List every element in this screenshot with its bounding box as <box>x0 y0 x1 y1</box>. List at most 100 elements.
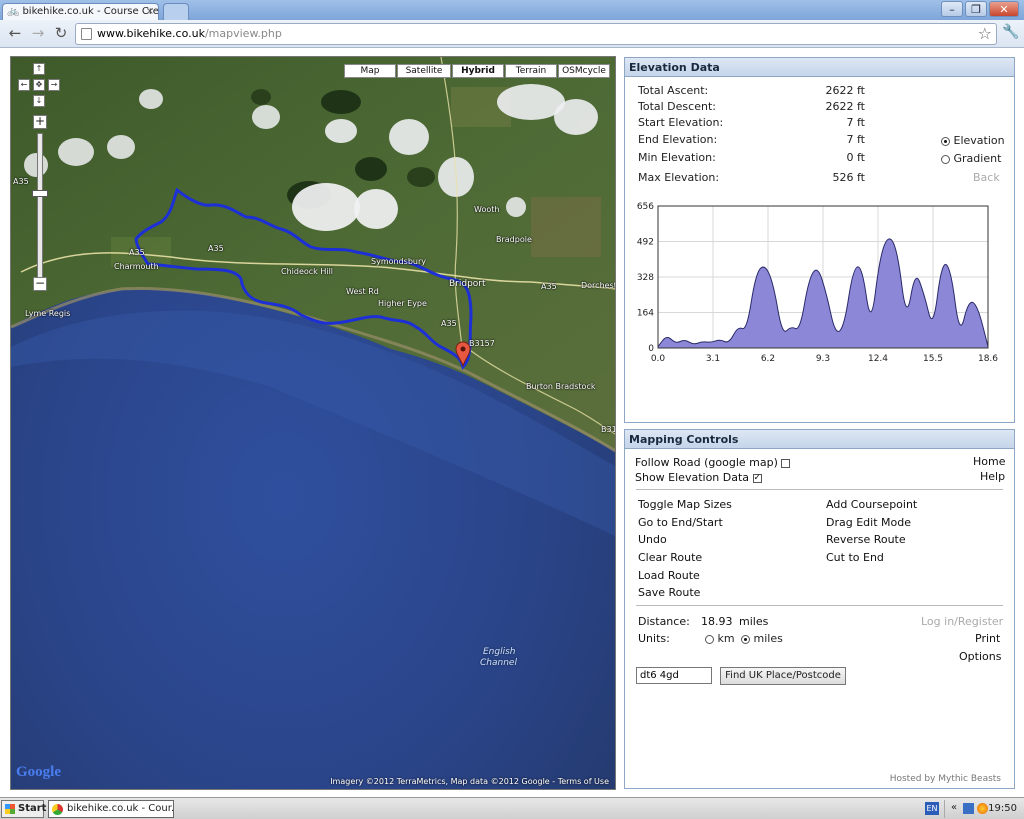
cut-to-end-link[interactable]: Cut to End <box>826 551 884 564</box>
title-bar: 🚲 bikehike.co.uk - Course Creat × – ❐ ✕ <box>0 0 1024 20</box>
unit-km-option[interactable]: km <box>705 632 735 645</box>
map-label-a35: A35 <box>129 248 145 257</box>
satellite-imagery <box>11 57 615 789</box>
close-window-button[interactable]: ✕ <box>989 1 1019 17</box>
back-link[interactable]: Back <box>973 171 1000 184</box>
pan-down-icon[interactable]: ↓ <box>33 95 45 107</box>
start-label: Start <box>18 803 47 814</box>
pan-up-icon[interactable]: ↑ <box>33 63 45 75</box>
reverse-route-link[interactable]: Reverse Route <box>826 533 906 546</box>
forward-arrow-icon[interactable]: → <box>29 25 47 43</box>
map-label-chideock-hill: Chideock Hill <box>281 267 334 276</box>
map-view[interactable]: Map Satellite Hybrid Terrain OSMcycle ↑ … <box>10 56 616 790</box>
follow-road-label: Follow Road (google map) <box>635 456 778 469</box>
back-arrow-icon[interactable]: ← <box>6 25 24 43</box>
map-label-charmouth: Charmouth <box>114 262 159 271</box>
toggle-map-sizes-link[interactable]: Toggle Map Sizes <box>638 498 732 511</box>
stat-label: Total Descent: <box>638 100 716 113</box>
undo-link[interactable]: Undo <box>638 533 667 546</box>
follow-road-option[interactable]: Follow Road (google map) <box>635 456 791 469</box>
go-to-end-start-link[interactable]: Go to End/Start <box>638 516 723 529</box>
wrench-menu-icon[interactable]: 🔧 <box>1002 24 1019 40</box>
map-label-a35: A35 <box>13 177 29 186</box>
browser-tab-active[interactable]: 🚲 bikehike.co.uk - Course Creat × <box>2 3 159 20</box>
location-marker-icon[interactable] <box>455 341 471 367</box>
taskbar-item-browser[interactable]: bikehike.co.uk - Cour... <box>48 800 174 818</box>
zoom-out-button[interactable]: − <box>33 277 47 291</box>
distance-label: Distance: <box>638 615 690 628</box>
map-label-a35: A35 <box>208 244 224 253</box>
x-tick-label: 0.0 <box>651 354 666 364</box>
network-icon[interactable] <box>963 803 974 814</box>
login-register-link[interactable]: Log in/Register <box>921 615 1003 628</box>
clear-route-link[interactable]: Clear Route <box>638 551 702 564</box>
map-type-map[interactable]: Map <box>344 64 396 78</box>
address-bar[interactable]: www.bikehike.co.uk/mapview.php ☆ <box>75 23 997 45</box>
add-coursepoint-link[interactable]: Add Coursepoint <box>826 498 917 511</box>
print-link[interactable]: Print <box>975 632 1000 645</box>
pan-right-icon[interactable]: → <box>48 79 60 91</box>
start-button[interactable]: Start <box>1 800 47 818</box>
security-icon[interactable] <box>977 803 988 814</box>
map-label-wooth: Wooth <box>474 205 500 214</box>
unit-miles-option[interactable]: miles <box>741 632 783 645</box>
minimize-button[interactable]: – <box>941 1 963 17</box>
unit-km-radio[interactable] <box>705 634 714 644</box>
stat-label: End Elevation: <box>638 133 718 146</box>
tab-close-icon[interactable]: × <box>146 6 154 17</box>
y-tick-label: 492 <box>637 238 654 248</box>
elevation-chart[interactable]: 0 164 328 492 656 0.0 3.1 6.2 9.3 12.4 15.5 18.6 <box>630 198 1008 368</box>
home-link[interactable]: Home <box>973 455 1005 468</box>
bike-favicon-icon: 🚲 <box>7 6 20 17</box>
new-tab-button[interactable] <box>163 3 189 20</box>
find-place-button[interactable]: Find UK Place/Postcode <box>720 667 846 685</box>
mode-gradient-radio[interactable] <box>941 154 950 164</box>
map-attribution[interactable]: Imagery ©2012 TerraMetrics, Map data ©20… <box>330 777 609 786</box>
map-label-lyme-regis: Lyme Regis <box>25 309 71 318</box>
language-indicator[interactable]: EN <box>925 802 939 815</box>
follow-road-checkbox[interactable] <box>781 458 791 468</box>
mode-elevation-radio[interactable] <box>941 136 950 146</box>
zoom-slider-handle[interactable] <box>32 190 48 197</box>
map-type-osmcycle[interactable]: OSMcycle <box>558 64 610 78</box>
mode-elevation-option[interactable]: Elevation <box>941 134 1005 147</box>
x-tick-label: 12.4 <box>868 354 888 364</box>
save-route-link[interactable]: Save Route <box>638 586 700 599</box>
pan-center-icon[interactable]: ✥ <box>33 79 45 91</box>
unit-miles-radio[interactable] <box>741 634 750 644</box>
map-label-channel: Channel <box>480 658 517 668</box>
map-label-burton: Burton Bradstock <box>526 382 596 391</box>
help-link[interactable]: Help <box>980 470 1005 483</box>
taskbar-item-label: bikehike.co.uk - Cour... <box>67 803 174 814</box>
reload-icon[interactable]: ↻ <box>52 25 70 43</box>
stat-label: Start Elevation: <box>638 116 724 129</box>
drag-edit-mode-link[interactable]: Drag Edit Mode <box>826 516 911 529</box>
mode-gradient-option[interactable]: Gradient <box>941 152 1001 165</box>
zoom-slider-track[interactable] <box>37 133 43 281</box>
load-route-link[interactable]: Load Route <box>638 569 700 582</box>
show-elevation-option[interactable]: Show Elevation Data ✓ <box>635 471 762 484</box>
google-logo: Google <box>16 764 61 781</box>
stat-value: 7 ft <box>846 116 866 129</box>
stat-label: Total Ascent: <box>638 84 709 97</box>
postcode-input[interactable] <box>636 667 712 684</box>
tray-expand-icon[interactable]: « <box>951 803 962 814</box>
mapping-controls-title: Mapping Controls <box>625 430 1014 449</box>
zoom-in-button[interactable]: + <box>33 115 47 129</box>
x-tick-label: 18.6 <box>978 354 998 364</box>
pan-left-icon[interactable]: ← <box>18 79 30 91</box>
map-label-english: English <box>483 647 516 657</box>
map-type-hybrid[interactable]: Hybrid <box>452 64 504 78</box>
show-elevation-checkbox[interactable]: ✓ <box>752 473 762 483</box>
restore-button[interactable]: ❐ <box>965 1 987 17</box>
tab-title: bikehike.co.uk - Course Creat <box>22 6 159 17</box>
stat-value: 526 ft <box>832 171 865 184</box>
map-type-satellite[interactable]: Satellite <box>397 64 451 78</box>
hosted-by-text[interactable]: Hosted by Mythic Beasts <box>890 774 1001 784</box>
system-tray: « 19:50 <box>944 800 1024 818</box>
browser-toolbar: ← → ↻ www.bikehike.co.uk/mapview.php ☆ 🔧 <box>0 20 1024 48</box>
bookmark-star-icon[interactable]: ☆ <box>978 24 992 43</box>
options-link[interactable]: Options <box>959 650 1001 663</box>
map-type-terrain[interactable]: Terrain <box>505 64 557 78</box>
divider <box>636 489 1003 490</box>
